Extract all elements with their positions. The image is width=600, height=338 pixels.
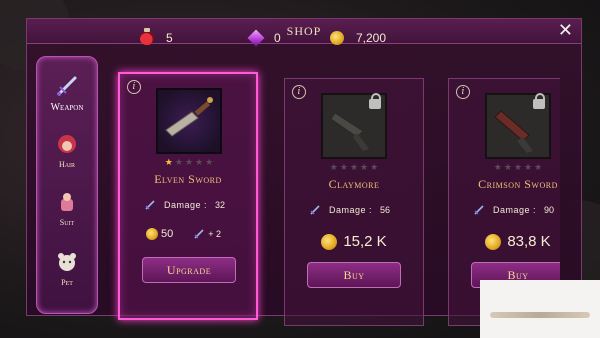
buy-price: 83,8 K (449, 233, 560, 250)
star-icon: ★ (503, 163, 512, 173)
suit-icon (61, 193, 73, 211)
sidebar-item-weapon[interactable]: Weapon (37, 73, 97, 113)
damage-sword-icon (474, 205, 484, 215)
coin-icon (485, 233, 502, 250)
rating-stars: ★ ★ ★ ★ ★ (319, 163, 389, 173)
close-icon[interactable]: ✕ (558, 20, 573, 42)
currency-potion: 5 (140, 28, 173, 45)
item-name: Claymore (328, 177, 380, 191)
star-icon: ★ (184, 158, 194, 168)
item-card-claymore[interactable]: i ★ ★ ★ ★ ★ Claymore Damage : 56 15,2 K Buy (284, 78, 424, 326)
damage-value: 90 (544, 205, 555, 215)
info-icon[interactable]: i (456, 85, 470, 99)
gem-count: 0 (274, 31, 281, 45)
damage-label: Damage : (164, 200, 208, 210)
coin-icon (330, 31, 344, 45)
star-icon: ★ (174, 158, 183, 168)
price-value: 83,8 K (507, 233, 551, 250)
upgrade-cost: 50 + 2 (146, 228, 256, 240)
potion-icon (140, 28, 154, 45)
item-name: Elven Sword (154, 172, 222, 186)
damage-sword-icon (310, 205, 320, 215)
potion-count: 5 (166, 31, 173, 45)
elven-sword-icon (165, 97, 213, 137)
lock-icon (533, 93, 545, 109)
info-icon[interactable]: i (127, 80, 141, 94)
star-icon: ★ (493, 163, 502, 173)
sidebar-item-suit[interactable]: Suit (37, 189, 97, 227)
sidebar-item-hair[interactable]: Hair (37, 131, 97, 169)
buy-button[interactable]: Buy (307, 262, 401, 288)
upgrade-button[interactable]: Upgrade (142, 257, 236, 283)
star-icon: ★ (339, 163, 348, 173)
star-icon: ★ (360, 163, 369, 173)
item-card-elven-sword[interactable]: i ★ ★ ★ ★ ★ Elven Sword Damage : 32 50 + 2 U… (118, 72, 258, 320)
damage-label: Damage : (493, 205, 537, 215)
rating-stars: ★ ★ ★ ★ ★ (154, 158, 224, 168)
item-thumbnail (156, 88, 222, 154)
coin-icon (146, 228, 158, 240)
damage-stat: Damage : 90 (473, 204, 554, 216)
lock-icon (369, 93, 381, 109)
item-name: Crimson Sword (478, 177, 558, 191)
star-icon: ★ (370, 163, 379, 173)
info-icon[interactable]: i (292, 85, 306, 99)
item-thumbnail (485, 93, 551, 159)
star-icon: ★ (534, 163, 543, 173)
corner-overlay (480, 280, 600, 338)
coin-icon (321, 233, 338, 250)
category-sidebar: Weapon Hair Suit Pet (36, 56, 98, 314)
star-icon: ★ (195, 158, 204, 168)
sidebar-item-label: Suit (59, 218, 75, 227)
damage-value: 56 (380, 205, 391, 215)
star-icon: ★ (205, 158, 214, 168)
hair-icon (58, 135, 76, 153)
star-icon: ★ (329, 163, 338, 173)
star-icon: ★ (513, 163, 523, 173)
currency-gem: 0 (247, 29, 281, 47)
damage-label: Damage : (329, 205, 373, 215)
star-icon: ★ (349, 163, 359, 173)
item-thumbnail (321, 93, 387, 159)
buy-price: 15,2 K (285, 233, 423, 250)
sidebar-item-label: Pet (61, 278, 73, 287)
price-value: 15,2 K (343, 233, 387, 250)
sword-icon (57, 76, 77, 96)
currency-coin: 7,200 (330, 31, 386, 45)
damage-sword-icon (145, 200, 155, 210)
damage-value: 32 (215, 200, 226, 210)
pet-icon (58, 253, 76, 271)
sidebar-item-label: Hair (58, 160, 76, 169)
coin-count: 7,200 (356, 31, 387, 45)
damage-bonus: + 2 (208, 229, 222, 239)
rating-stars: ★ ★ ★ ★ ★ (483, 163, 553, 173)
damage-stat: Damage : 56 (309, 204, 390, 216)
star-icon: ★ (164, 158, 173, 168)
gem-icon (247, 29, 265, 47)
damage-sword-icon (194, 229, 204, 239)
star-icon: ★ (524, 163, 533, 173)
sidebar-item-pet[interactable]: Pet (37, 249, 97, 287)
price-value: 50 (161, 228, 174, 240)
sidebar-item-label: Weapon (50, 102, 84, 113)
damage-stat: Damage : 32 (144, 199, 225, 211)
currency-bar: 5 0 7,200 (130, 28, 460, 47)
